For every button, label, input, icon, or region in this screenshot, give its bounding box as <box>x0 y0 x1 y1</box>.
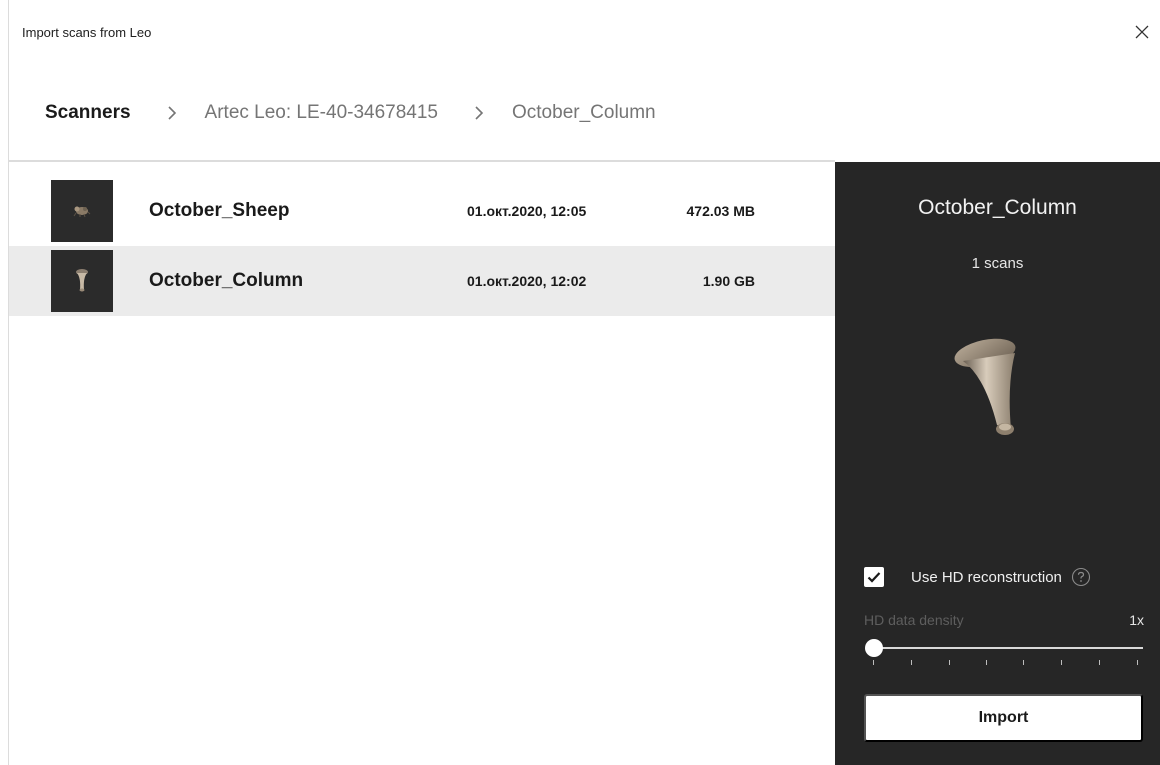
slider-tick <box>986 660 987 665</box>
window-left-edge <box>0 0 9 765</box>
scan-list: October_Sheep 01.окт.2020, 12:05 472.03 … <box>9 176 835 316</box>
breadcrumb-item-scanners[interactable]: Scanners <box>45 102 131 124</box>
scan-date: 01.окт.2020, 12:02 <box>467 273 587 289</box>
scan-size: 1.90 GB <box>702 273 755 289</box>
hd-density-slider[interactable] <box>865 636 1143 666</box>
scan-name: October_Sheep <box>149 200 290 221</box>
checkmark-icon <box>867 572 881 583</box>
breadcrumb-divider <box>9 160 835 162</box>
slider-tick <box>1137 660 1138 665</box>
slider-tick <box>1099 660 1100 665</box>
close-button[interactable] <box>1124 14 1160 50</box>
hd-reconstruction-row: Use HD reconstruction <box>864 566 1144 588</box>
hd-reconstruction-checkbox[interactable] <box>864 567 884 587</box>
scan-name: October_Column <box>149 270 304 291</box>
slider-tick <box>1061 660 1062 665</box>
slider-tick <box>949 660 950 665</box>
breadcrumb-item-scanner[interactable]: Artec Leo: LE-40-34678415 <box>205 102 438 124</box>
slider-tick <box>911 660 912 665</box>
hd-density-label: HD data density <box>864 612 964 628</box>
chevron-right-icon <box>474 106 484 120</box>
slider-track <box>873 647 1143 649</box>
close-icon <box>1135 25 1149 39</box>
slider-tick <box>1023 660 1024 665</box>
slider-thumb[interactable] <box>865 639 883 657</box>
slider-tick <box>873 660 874 665</box>
details-title: October_Column <box>918 196 1077 219</box>
scan-thumbnail <box>51 180 113 242</box>
scan-preview-image <box>954 338 1016 435</box>
scan-row-october-sheep[interactable]: October_Sheep 01.окт.2020, 12:05 472.03 … <box>9 176 835 246</box>
chevron-right-icon <box>167 106 177 120</box>
import-button[interactable]: Import <box>864 694 1143 742</box>
window-title: Import scans from Leo <box>22 25 152 40</box>
column-thumbnail-icon <box>76 269 88 292</box>
hd-reconstruction-label: Use HD reconstruction <box>911 568 1062 586</box>
import-dialog: Import scans from Leo Scanners Artec Leo… <box>0 0 1160 765</box>
help-icon[interactable] <box>1071 567 1091 587</box>
hd-density-value: 1x <box>1129 612 1144 628</box>
scan-thumbnail <box>51 250 113 312</box>
breadcrumb-item-current: October_Column <box>512 102 656 123</box>
details-panel: October_Column 1 scans Use HD reconstruc… <box>835 162 1160 765</box>
title-bar: Import scans from Leo <box>9 0 1160 66</box>
scan-size: 472.03 MB <box>686 203 755 219</box>
scan-row-october-column[interactable]: October_Column 01.окт.2020, 12:02 1.90 G… <box>9 246 835 316</box>
breadcrumb: Scanners Artec Leo: LE-40-34678415 Octob… <box>9 66 1160 160</box>
scan-date: 01.окт.2020, 12:05 <box>467 203 587 219</box>
scan-count: 1 scans <box>971 255 1024 272</box>
sheep-thumbnail-icon <box>73 206 91 218</box>
